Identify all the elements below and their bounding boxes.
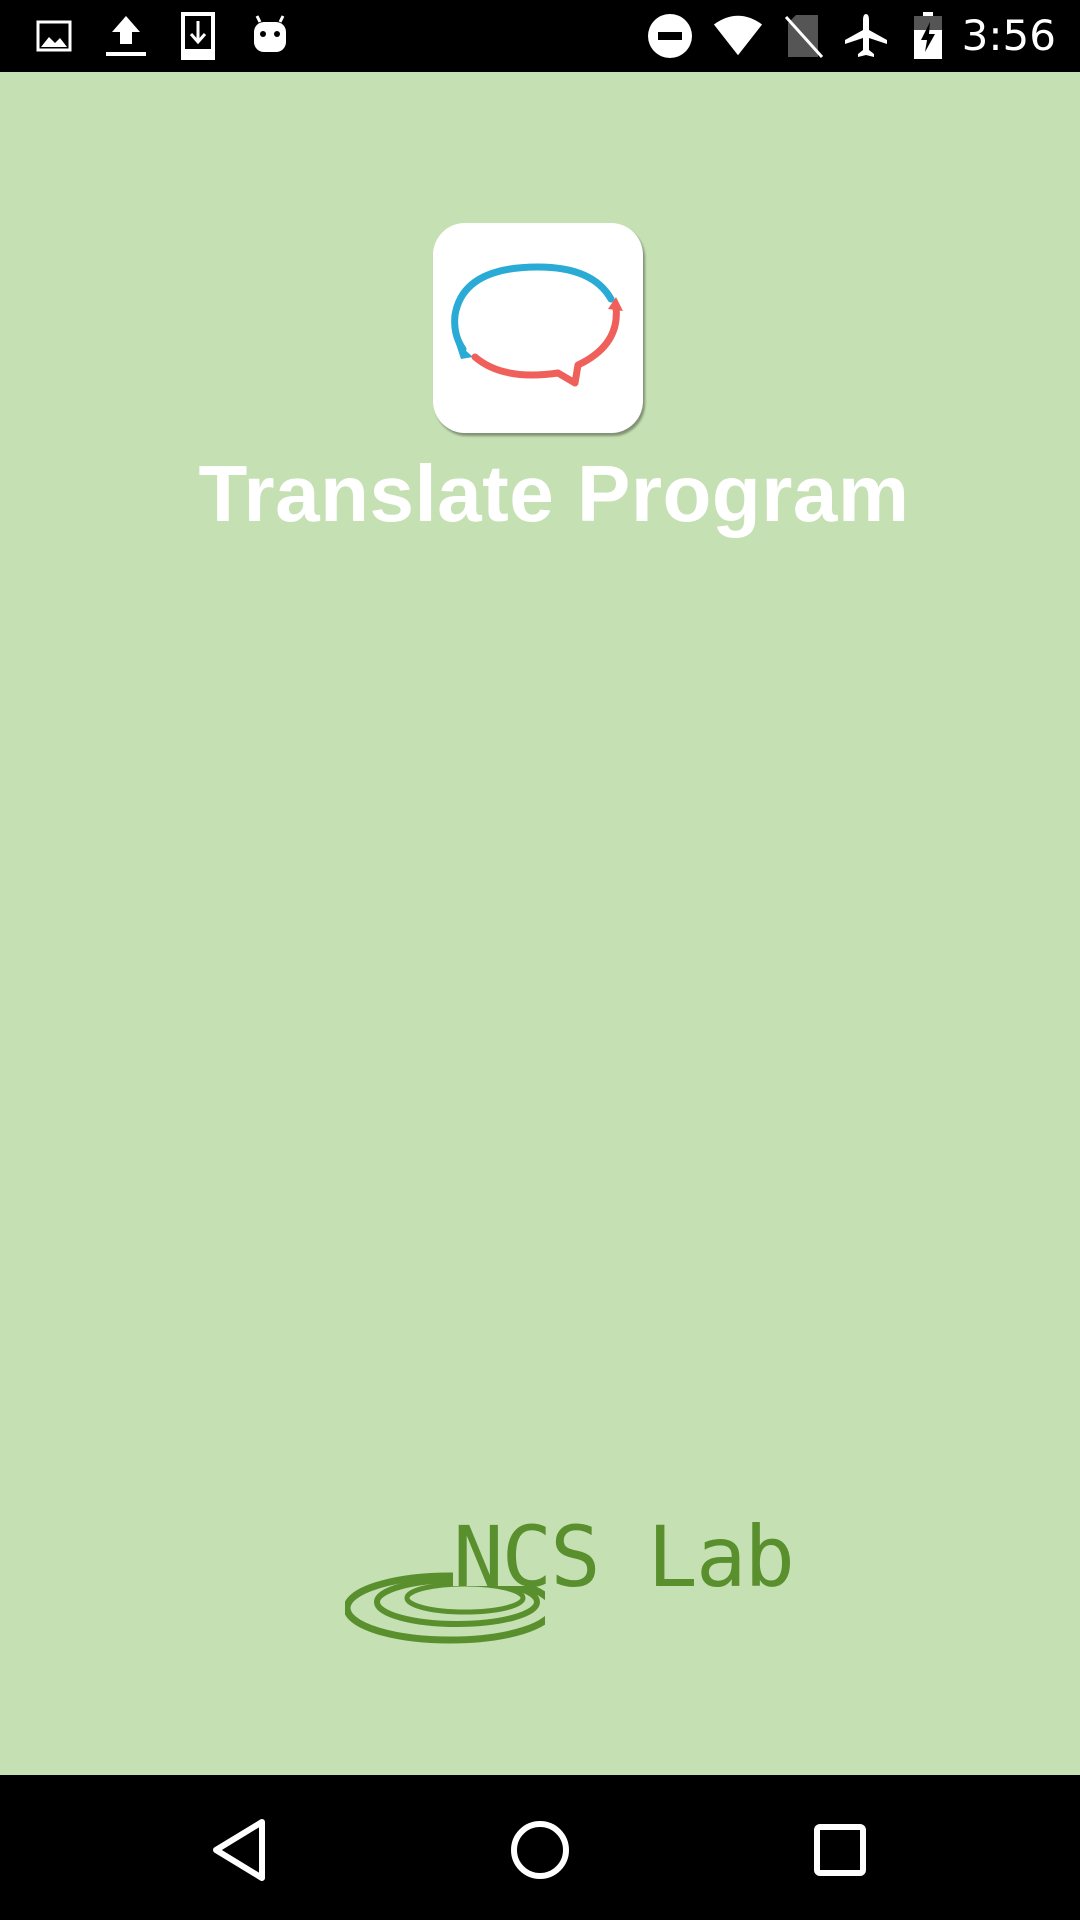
app-title: Translate Program <box>198 449 910 538</box>
download-icon <box>172 10 224 62</box>
chat-bubble-translate-icon <box>451 263 623 387</box>
home-icon[interactable] <box>495 1805 585 1895</box>
upload-icon <box>100 10 152 62</box>
app-logo <box>433 223 643 433</box>
wifi-icon <box>712 10 764 62</box>
brand-name: NCS Lab <box>453 1508 795 1606</box>
ncs-lab-logo: NCS Lab <box>345 1508 795 1644</box>
recents-icon[interactable] <box>795 1805 885 1895</box>
status-bar: 3:56 <box>0 0 1080 72</box>
navigation-bar <box>0 1775 1080 1920</box>
airplane-mode-icon <box>840 10 892 62</box>
no-sim-icon <box>778 10 830 62</box>
android-icon <box>244 10 296 62</box>
status-time: 3:56 <box>961 11 1056 60</box>
do-not-disturb-icon <box>644 10 696 62</box>
image-icon <box>28 10 80 62</box>
battery-charging-icon <box>902 10 954 62</box>
back-icon[interactable] <box>195 1805 285 1895</box>
